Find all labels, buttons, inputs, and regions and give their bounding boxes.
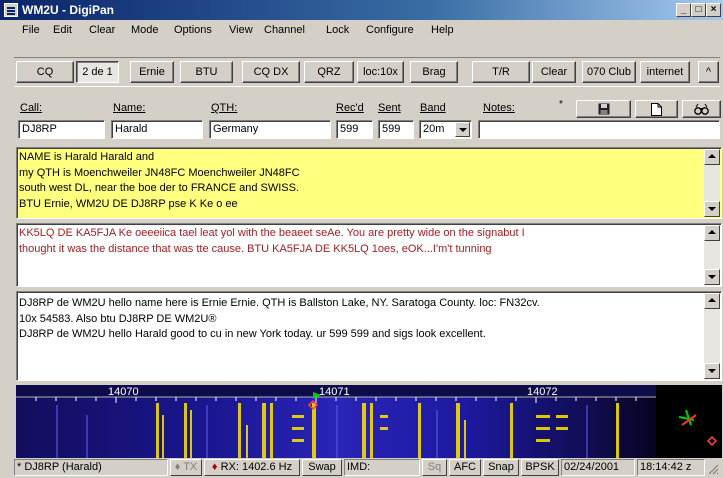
band-label: Band xyxy=(420,102,446,114)
receive-main-scrollbar[interactable] xyxy=(704,149,720,217)
brag-button[interactable]: Brag xyxy=(410,61,458,83)
transmit-scrollbar[interactable] xyxy=(704,293,720,379)
scroll-down-button[interactable] xyxy=(704,201,720,217)
scroll-up-button[interactable] xyxy=(704,225,720,241)
two-de-one-button[interactable]: 2 de 1 xyxy=(76,61,119,83)
ernie-button[interactable]: Ernie xyxy=(130,61,174,83)
new-log-button[interactable] xyxy=(635,100,678,118)
swap-button[interactable]: Swap xyxy=(302,459,342,476)
band-value: 20m xyxy=(423,123,445,135)
band-dropdown-button[interactable] xyxy=(455,122,470,137)
receive-main-line: NAME is Harald Harald and xyxy=(19,151,155,163)
name-label: Name: xyxy=(113,102,146,114)
digipan-window: WM2U - DigiPan _ □ × File Edit Clear Mod… xyxy=(0,0,723,477)
loc-10x-button[interactable]: loc:10x xyxy=(357,61,404,83)
status-date: 02/24/2001 xyxy=(561,459,635,476)
qrz-button[interactable]: QRZ xyxy=(304,61,354,83)
new-document-icon xyxy=(651,102,662,116)
transmit-line: DJ8RP de WM2U hello name here is Ernie E… xyxy=(19,297,540,309)
receive-pane-main[interactable]: NAME is Harald Harald and my QTH is Moen… xyxy=(16,147,722,219)
receive-main-line: south west DL, near the boe der to FRANC… xyxy=(19,182,300,194)
menu-file[interactable]: File xyxy=(22,24,40,36)
receive-main-line: BTU Ernie, WM2U DE DJ8RP pse K Ke o ee xyxy=(19,197,238,210)
receive-pane-second[interactable]: KK5LQ DE KA5FJA Ke oeeeiica tael leat yo… xyxy=(16,223,722,287)
notes-label: Notes: xyxy=(483,102,515,114)
call-input[interactable]: DJ8RP xyxy=(18,120,105,139)
afc-button[interactable]: AFC xyxy=(449,459,481,476)
rx-indicator[interactable]: ♦ RX: 1402.6 Hz xyxy=(204,459,300,476)
notes-input[interactable] xyxy=(478,120,720,139)
window-title: WM2U - DigiPan xyxy=(22,3,114,17)
floppy-disk-icon xyxy=(598,103,609,115)
recd-label: Rec'd xyxy=(336,102,364,114)
sent-input[interactable]: 599 xyxy=(378,120,414,139)
menu-edit[interactable]: Edit xyxy=(53,24,72,36)
scroll-down-button[interactable] xyxy=(704,363,720,379)
menu-view[interactable]: View xyxy=(229,24,253,36)
recd-input[interactable]: 599 xyxy=(336,120,373,139)
mode-button[interactable]: BPSK xyxy=(521,459,559,476)
menu-mode[interactable]: Mode xyxy=(131,24,159,36)
binoculars-icon xyxy=(693,104,709,116)
menu-bar: File Edit Clear Mode Options View Channe… xyxy=(0,20,723,40)
scroll-up-button[interactable] xyxy=(704,149,720,165)
transmit-text: DJ8RP de WM2U hello name here is Ernie E… xyxy=(19,296,703,343)
cq-button[interactable]: CQ xyxy=(16,61,74,83)
resize-grip-icon[interactable] xyxy=(707,463,719,475)
clear-button[interactable]: Clear xyxy=(532,61,576,83)
minimize-button[interactable]: _ xyxy=(676,3,691,17)
tx-label: TX xyxy=(183,461,198,473)
freq-label-14072: 14072 xyxy=(527,386,558,398)
title-bar[interactable]: WM2U - DigiPan _ □ × xyxy=(0,0,723,20)
qth-input[interactable]: Germany xyxy=(209,120,331,139)
snap-button[interactable]: Snap xyxy=(483,459,519,476)
app-icon[interactable] xyxy=(4,3,18,17)
maximize-button[interactable]: □ xyxy=(691,3,706,17)
imd-readout: IMD: xyxy=(344,459,420,476)
call-label: Call: xyxy=(20,102,43,114)
qth-label: QTH: xyxy=(211,102,238,114)
menu-help[interactable]: Help xyxy=(431,24,454,36)
lookup-button[interactable] xyxy=(682,100,721,118)
freq-label-14071: 14071 xyxy=(319,386,350,398)
menu-options[interactable]: Options xyxy=(174,24,212,36)
internet-button[interactable]: internet xyxy=(640,61,690,83)
receive-main-line: my QTH is Moenchweiler JN48FC Moenchweil… xyxy=(19,166,300,179)
scroll-up-button[interactable] xyxy=(704,293,720,309)
receive-second-text: KK5LQ DE KA5FJA Ke oeeeiica tael leat yo… xyxy=(19,226,703,257)
freq-label-14070: 14070 xyxy=(108,386,139,398)
status-bar: * DJ8RP (Harald) ♦ TX ♦ RX: 1402.6 Hz Sw… xyxy=(0,458,723,477)
cq-dx-button[interactable]: CQ DX xyxy=(242,61,300,83)
tx-indicator[interactable]: ♦ TX xyxy=(170,459,202,476)
receive-second-line: KK5LQ DE KA5FJA Ke oeeeiica tael leat yo… xyxy=(19,227,525,239)
menu-configure[interactable]: Configure xyxy=(366,24,414,36)
waterfall-display[interactable]: 14070 14071 14072 xyxy=(16,385,722,458)
btu-button[interactable]: BTU xyxy=(180,61,233,83)
close-button[interactable]: × xyxy=(706,3,721,17)
menu-lock[interactable]: Lock xyxy=(326,24,349,36)
rx-label: RX: 1402.6 Hz xyxy=(220,461,293,473)
tr-button[interactable]: T/R xyxy=(472,61,530,83)
transmit-line: DJ8RP de WM2U hello Harald good to cu in… xyxy=(19,328,486,340)
menu-clear[interactable]: Clear xyxy=(89,24,115,36)
sent-label: Sent xyxy=(378,102,401,114)
receive-second-scrollbar[interactable] xyxy=(704,225,720,285)
transmit-pane[interactable]: DJ8RP de WM2U hello name here is Ernie E… xyxy=(16,291,722,381)
name-input[interactable]: Harald xyxy=(111,120,203,139)
status-time: 18:14:42 z xyxy=(637,459,705,476)
transmit-line: 10x 54583. Also btu DJ8RP DE WM2U® xyxy=(19,312,217,325)
status-callname: * DJ8RP (Harald) xyxy=(14,459,168,476)
save-log-button[interactable] xyxy=(576,100,631,118)
toolbar-scroll-button[interactable]: ^ xyxy=(698,61,719,83)
notes-marker: * xyxy=(559,99,563,110)
scroll-down-button[interactable] xyxy=(704,269,720,285)
receive-second-line: thought it was the distance that was tte… xyxy=(19,242,492,255)
menu-channel[interactable]: Channel xyxy=(264,24,305,36)
receive-main-text: NAME is Harald Harald and my QTH is Moen… xyxy=(19,150,703,212)
070-club-button[interactable]: 070 Club xyxy=(582,61,636,83)
squelch-button[interactable]: Sq xyxy=(422,459,447,476)
